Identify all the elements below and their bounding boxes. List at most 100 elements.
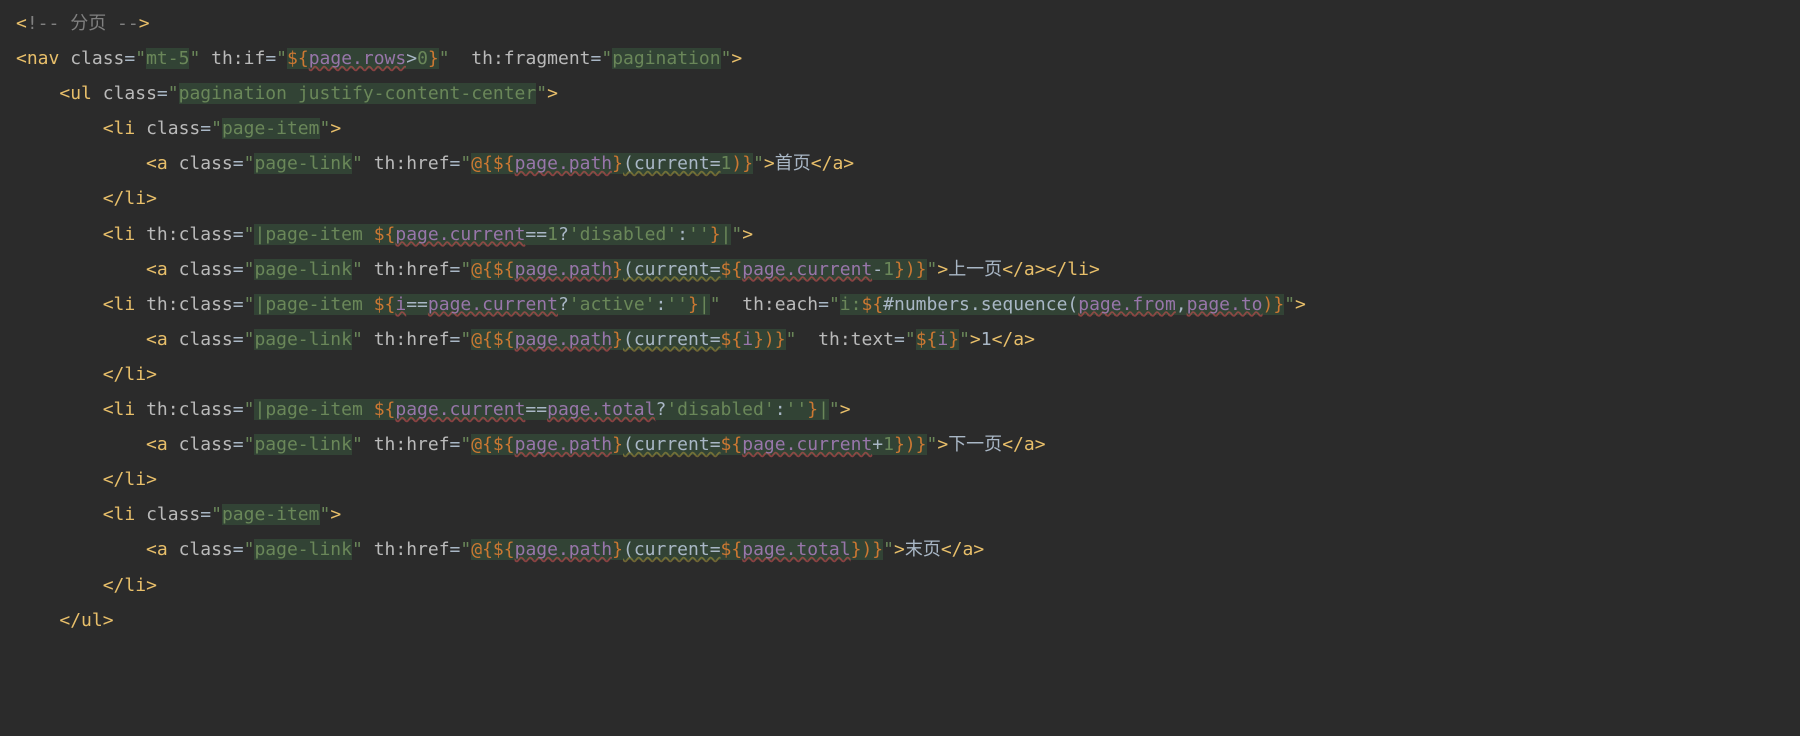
tag-li: li <box>114 399 136 420</box>
expr-close: } <box>428 48 439 69</box>
tag-a-close: a <box>1024 259 1035 280</box>
pipe-open: | <box>254 224 265 245</box>
expr-active: 'active' <box>569 294 656 315</box>
expr-dl-open: ${ <box>493 434 515 455</box>
tag-a-close: a <box>1013 329 1024 350</box>
expr-at-open: @{ <box>471 539 493 560</box>
text-next-page: 下一页 <box>948 434 1002 455</box>
attr-thclass: th:class <box>146 294 233 315</box>
expr-dl-open: ${ <box>721 434 743 455</box>
expr-empty: '' <box>666 294 688 315</box>
text-first-page: 首页 <box>775 153 811 174</box>
expr-zero: 0 <box>417 48 428 69</box>
each-i-colon: i: <box>840 294 862 315</box>
expr-dl-open: ${ <box>721 259 743 280</box>
text-one: 1 <box>981 329 992 350</box>
tag-a: a <box>157 434 168 455</box>
expr-numbers-seq: #numbers.sequence( <box>883 294 1078 315</box>
expr-page-rows: page.rows <box>309 48 407 69</box>
expr-disabled: 'disabled' <box>666 399 774 420</box>
attr-thif: th:if <box>211 48 265 69</box>
attr-thhref: th:href <box>374 153 450 174</box>
expr-dl-open: ${ <box>721 329 743 350</box>
expr-page-current: page.current <box>742 259 872 280</box>
expr-gt: > <box>406 48 417 69</box>
tag-li: li <box>114 224 136 245</box>
expr-at-close: )} <box>861 539 883 560</box>
tag-a: a <box>157 259 168 280</box>
val-page-link: page-link <box>254 259 352 280</box>
expr-page-current: page.current <box>395 399 525 420</box>
attr-thclass: th:class <box>146 224 233 245</box>
attr-class: class <box>146 504 200 525</box>
attr-theach: th:each <box>742 294 818 315</box>
attr-thhref: th:href <box>374 329 450 350</box>
expr-empty: '' <box>786 399 808 420</box>
tag-li-close: li <box>124 575 146 596</box>
pipe-open: | <box>254 399 265 420</box>
expr-q: ? <box>558 294 569 315</box>
expr-current-eq: (current= <box>623 153 721 174</box>
expr-dl-open: ${ <box>916 329 938 350</box>
expr-dl-close: } <box>710 224 721 245</box>
expr-dl-close: } <box>851 539 862 560</box>
expr-eqeq: == <box>525 399 547 420</box>
code-editor[interactable]: <!-- 分页 --> <nav class="mt-5" th:if="${p… <box>0 0 1800 638</box>
expr-page-current: page.current <box>742 434 872 455</box>
tag-a: a <box>157 153 168 174</box>
expr-at-close: )} <box>731 153 753 174</box>
expr-dl-close: } <box>612 434 623 455</box>
expr-dl-open: ${ <box>493 259 515 280</box>
tag-li-close: li <box>1067 259 1089 280</box>
expr-open: ${ <box>287 48 309 69</box>
val-page-item: page-item <box>222 118 320 139</box>
expr-dl-close: } <box>688 294 699 315</box>
attr-thhref: th:href <box>374 539 450 560</box>
expr-eqeq: == <box>406 294 428 315</box>
expr-dl-close: } <box>894 434 905 455</box>
expr-dl-close: } <box>612 329 623 350</box>
expr-page-current: page.current <box>428 294 558 315</box>
expr-page-path: page.path <box>515 259 613 280</box>
expr-dl-open: ${ <box>374 224 396 245</box>
expr-page-path: page.path <box>515 329 613 350</box>
tag-a-close: a <box>963 539 974 560</box>
tag-li: li <box>114 504 136 525</box>
attr-class: class <box>179 153 233 174</box>
expr-one: 1 <box>883 434 894 455</box>
expr-q: ? <box>655 399 666 420</box>
expr-one: 1 <box>721 153 732 174</box>
expr-plus: + <box>872 434 883 455</box>
attr-class: class <box>179 539 233 560</box>
pipe-close: | <box>818 399 829 420</box>
expr-dl-open: ${ <box>861 294 883 315</box>
attr-thtext: th:text <box>818 329 894 350</box>
expr-page-current: page.current <box>395 224 525 245</box>
val-page-link: page-link <box>254 153 352 174</box>
expr-dl-open: ${ <box>493 329 515 350</box>
text-prev-page: 上一页 <box>948 259 1002 280</box>
val-page-link: page-link <box>254 434 352 455</box>
expr-disabled: 'disabled' <box>569 224 677 245</box>
expr-current-eq: (current= <box>623 329 721 350</box>
expr-minus: - <box>872 259 883 280</box>
expr-i: i <box>742 329 753 350</box>
comment-close: > <box>139 13 150 34</box>
expr-page-path: page.path <box>515 434 613 455</box>
expr-seq-close: )} <box>1263 294 1285 315</box>
val-page-item: page-item <box>222 504 320 525</box>
expr-dl-open: ${ <box>493 153 515 174</box>
expr-at-close: )} <box>905 259 927 280</box>
expr-comma: , <box>1176 294 1187 315</box>
expr-dl-close: } <box>612 259 623 280</box>
expr-dl-open: ${ <box>374 399 396 420</box>
attr-class: class <box>179 259 233 280</box>
expr-at-open: @{ <box>471 434 493 455</box>
tag-li-close: li <box>124 188 146 209</box>
tag-a: a <box>157 539 168 560</box>
comment-body: !-- 分页 -- <box>27 13 139 34</box>
expr-colon: : <box>656 294 667 315</box>
attr-thhref: th:href <box>374 259 450 280</box>
attr-thclass: th:class <box>146 399 233 420</box>
expr-at-open: @{ <box>471 259 493 280</box>
